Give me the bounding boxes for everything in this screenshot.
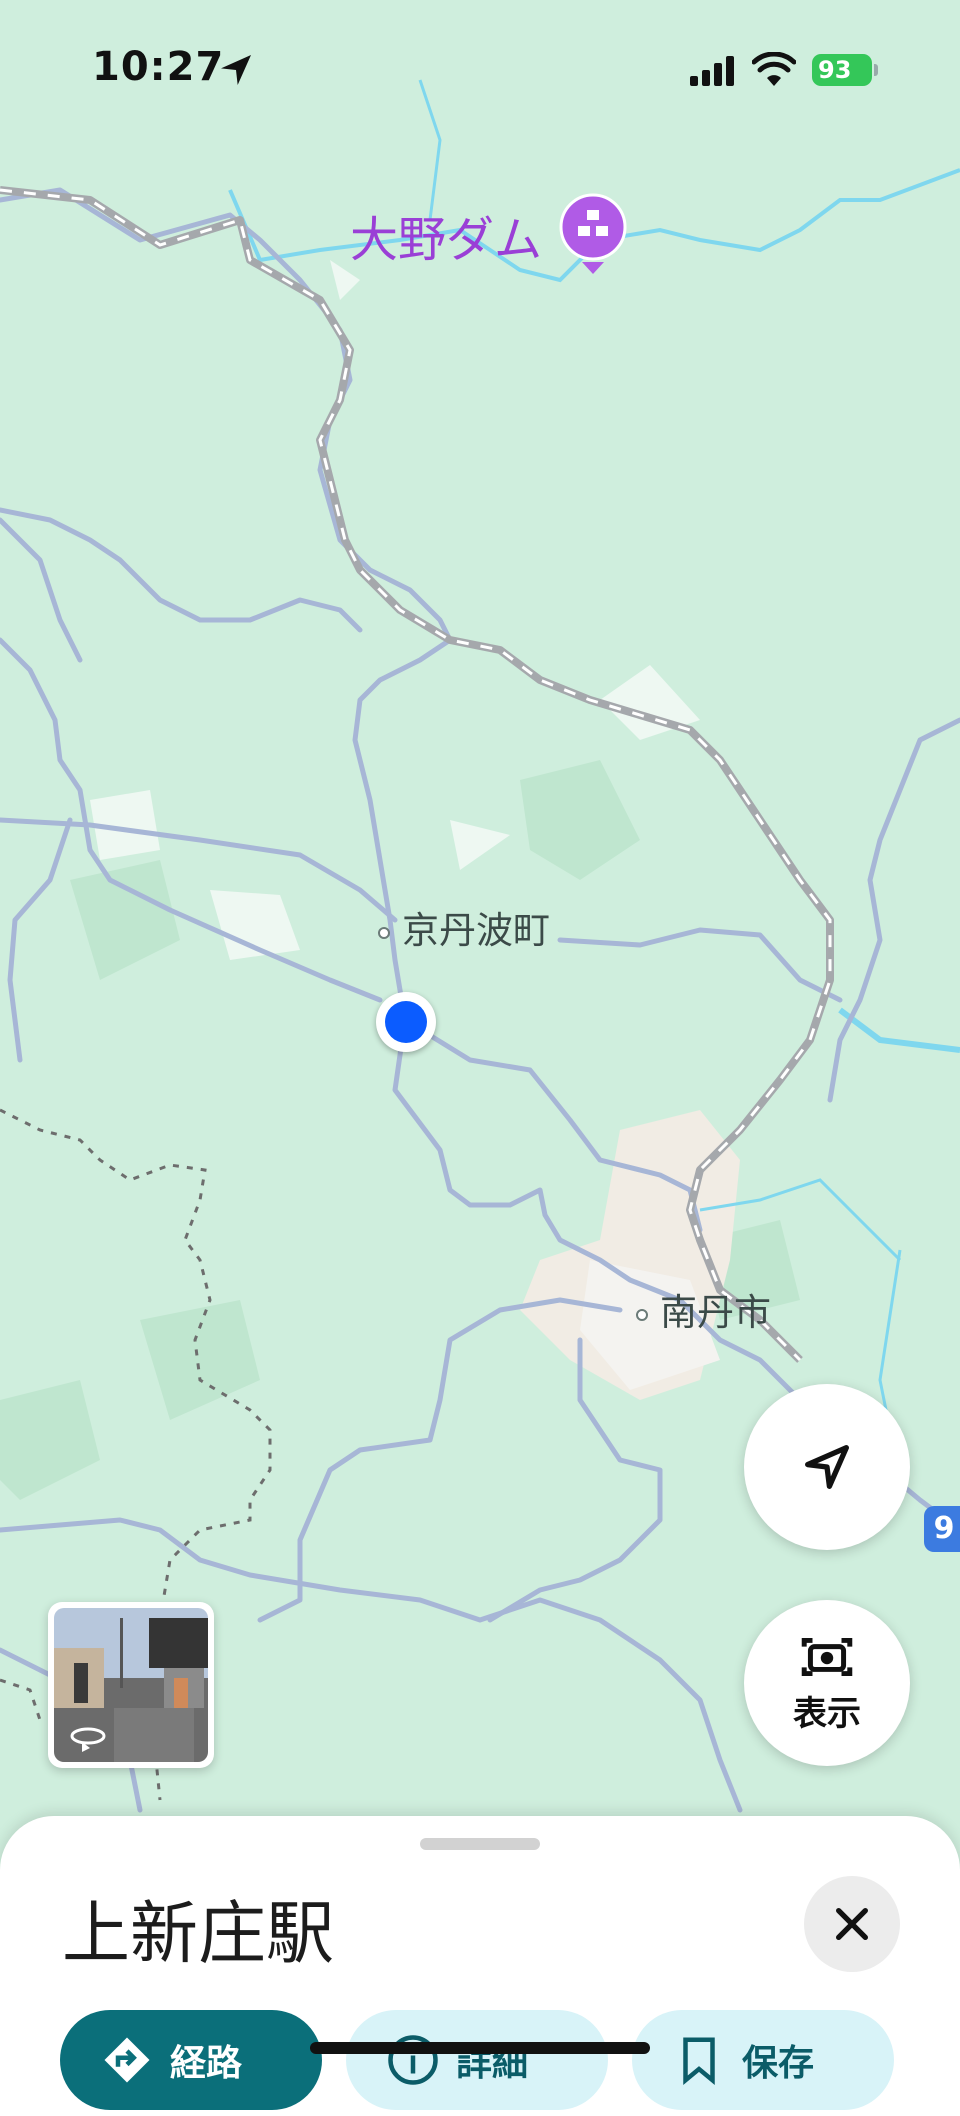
place-label-text: 京丹波町 (402, 909, 550, 952)
place-label-nantan[interactable]: 南丹市 (636, 1282, 771, 1336)
wifi-icon (752, 52, 796, 86)
place-title: 上新庄駅 (62, 1895, 335, 1974)
place-dot (636, 1308, 648, 1321)
details-button[interactable]: 詳細 (346, 2010, 608, 2110)
camera-lens-icon (801, 1637, 853, 1676)
street-view-image (54, 1608, 208, 1762)
street-view-thumbnail[interactable] (48, 1602, 214, 1768)
cellular-signal-icon (690, 56, 734, 86)
battery-level: 93 (818, 56, 852, 84)
route-shield: 9 (924, 1506, 960, 1552)
rotate-360-icon (70, 1727, 106, 1752)
home-indicator[interactable] (310, 2042, 650, 2054)
location-arrow-icon (221, 55, 251, 85)
dam-poi-icon[interactable] (558, 192, 628, 276)
status-time: 10:27 (92, 44, 225, 90)
close-button[interactable] (804, 1876, 900, 1972)
recenter-button[interactable] (744, 1384, 910, 1550)
directions-label: 経路 (170, 2043, 243, 2084)
display-button-label: 表示 (793, 1693, 861, 1734)
place-bottom-sheet[interactable]: 上新庄駅 経路 詳細 保存 (0, 1816, 960, 2116)
save-label: 保存 (742, 2043, 815, 2084)
user-location-dot[interactable] (376, 992, 436, 1052)
place-label-text: 南丹市 (660, 1291, 771, 1334)
battery-tip (874, 64, 878, 76)
battery-charging-icon: 93 (812, 54, 872, 86)
navigation-arrow-icon (805, 1445, 849, 1489)
poi-label-dam[interactable]: 大野ダム (350, 200, 542, 270)
display-lens-button[interactable]: 表示 (744, 1600, 910, 1766)
place-label-kyotamba[interactable]: 京丹波町 (378, 900, 550, 954)
save-button[interactable]: 保存 (632, 2010, 894, 2110)
directions-button[interactable]: 経路 (60, 2010, 322, 2110)
close-icon (836, 1908, 868, 1940)
status-bar: 10:27 93 (0, 0, 960, 140)
place-dot (378, 926, 390, 939)
sheet-drag-handle[interactable] (420, 1838, 540, 1850)
